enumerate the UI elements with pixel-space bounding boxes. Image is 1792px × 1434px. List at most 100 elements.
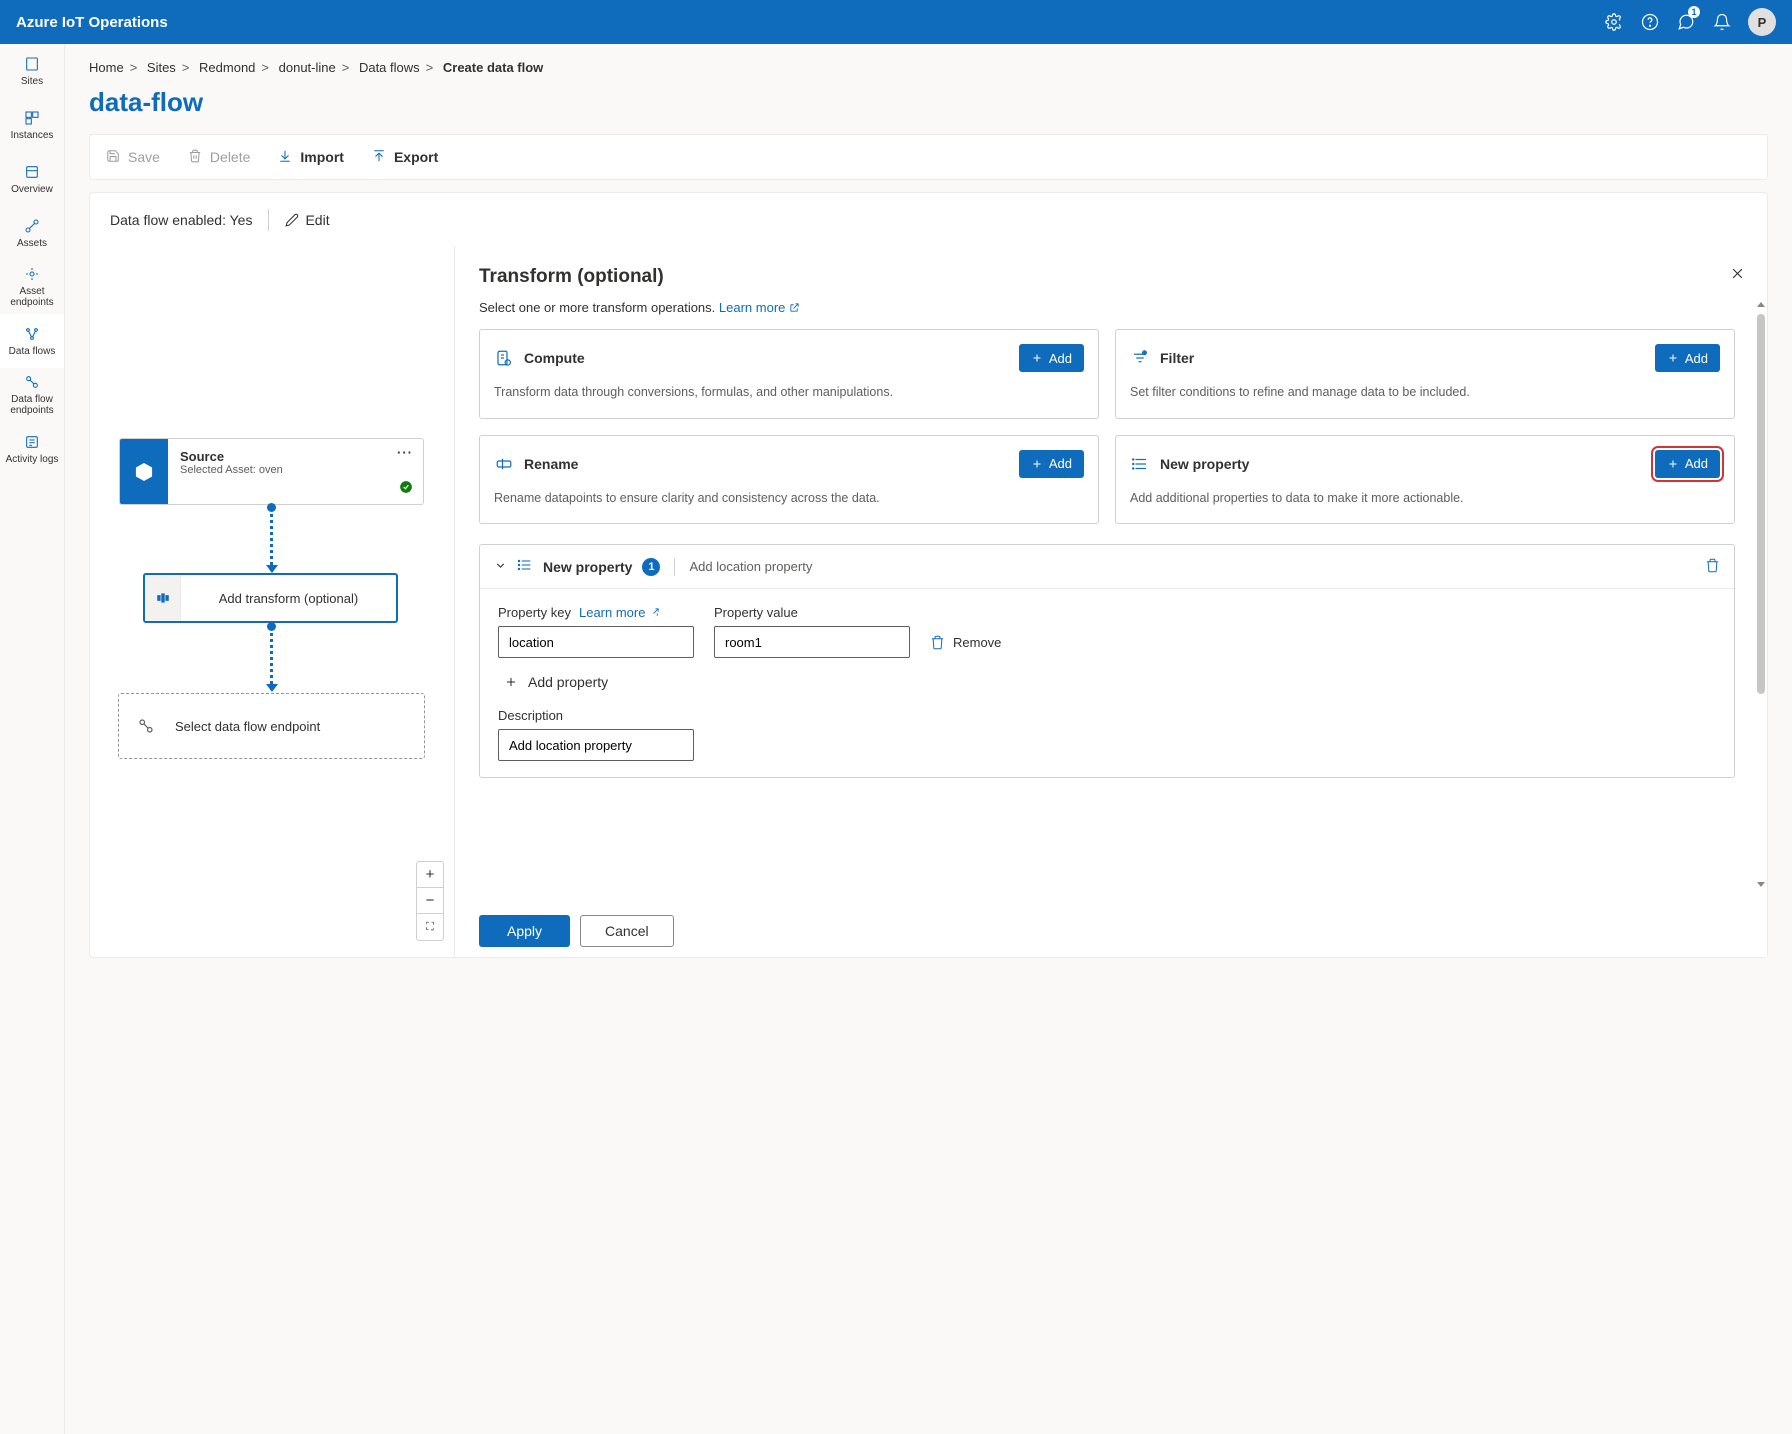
status-bar: Data flow enabled: Yes Edit: [89, 192, 1768, 246]
page-title: data-flow: [89, 87, 1768, 118]
new-property-card: New property Add Add additional properti…: [1115, 435, 1735, 525]
sidebar-item-overview[interactable]: Overview: [0, 152, 64, 206]
compute-card: Compute Add Transform data through conve…: [479, 329, 1099, 419]
cancel-button[interactable]: Cancel: [580, 915, 674, 947]
new-property-section: New property 1 Add location property Pro…: [479, 544, 1735, 778]
cube-icon: [120, 439, 168, 504]
save-button: Save: [106, 149, 160, 166]
filter-card: Filter Add Set filter conditions to refi…: [1115, 329, 1735, 419]
learn-more-link[interactable]: Learn more: [719, 300, 800, 315]
zoom-out-button[interactable]: −: [417, 888, 443, 914]
panel-description: Select one or more transform operations.…: [479, 300, 1735, 315]
source-subtitle: Selected Asset: oven: [180, 464, 411, 476]
breadcrumb-current: Create data flow: [443, 60, 543, 75]
learn-more-link[interactable]: Learn more: [579, 605, 660, 620]
connector: [270, 507, 273, 571]
export-icon: [372, 149, 386, 166]
compute-icon: [494, 348, 514, 368]
connector: [270, 626, 273, 690]
section-header[interactable]: New property 1 Add location property: [480, 545, 1734, 589]
scrollbar-thumb: [1757, 314, 1765, 694]
endpoint-icon: [137, 717, 155, 735]
property-key-input[interactable]: [498, 626, 694, 658]
feedback-icon[interactable]: 1: [1668, 4, 1704, 40]
flow-canvas[interactable]: Source Selected Asset: oven ··· Add tran…: [90, 246, 455, 957]
sidebar-item-activity-logs[interactable]: Activity logs: [0, 422, 64, 476]
endpoint-label: Select data flow endpoint: [175, 719, 320, 734]
data-flow-endpoints-icon: [23, 373, 41, 391]
delete-section-button[interactable]: [1705, 558, 1720, 576]
rename-card: Rename Add Rename datapoints to ensure c…: [479, 435, 1099, 525]
work-area: Source Selected Asset: oven ··· Add tran…: [89, 246, 1768, 958]
sidebar-item-asset-endpoints[interactable]: Asset endpoints: [0, 260, 64, 314]
more-icon[interactable]: ···: [397, 445, 413, 460]
trash-icon: [1705, 558, 1720, 573]
add-new-property-button[interactable]: Add: [1655, 450, 1720, 478]
plus-icon: [504, 675, 518, 689]
list-icon: [517, 557, 533, 576]
zoom-controls: + − ⛶: [416, 861, 444, 941]
breadcrumb-item[interactable]: Redmond: [199, 60, 255, 75]
edit-button[interactable]: Edit: [285, 212, 329, 228]
add-filter-button[interactable]: Add: [1655, 344, 1720, 372]
toolbar: Save Delete Import Export: [89, 134, 1768, 180]
remove-property-button[interactable]: Remove: [930, 626, 1001, 658]
export-button[interactable]: Export: [372, 149, 438, 166]
plus-icon: [1031, 352, 1043, 364]
plus-icon: [1031, 458, 1043, 470]
source-node[interactable]: Source Selected Asset: oven ···: [119, 438, 424, 505]
scrollbar[interactable]: [1757, 302, 1765, 887]
breadcrumb-item[interactable]: Data flows: [359, 60, 420, 75]
add-rename-button[interactable]: Add: [1019, 450, 1084, 478]
sidebar-item-assets[interactable]: Assets: [0, 206, 64, 260]
sidebar-item-data-flows[interactable]: Data flows: [0, 314, 64, 368]
panel-footer: Apply Cancel: [455, 905, 1767, 957]
apply-button[interactable]: Apply: [479, 915, 570, 947]
brand-title: Azure IoT Operations: [16, 14, 168, 31]
source-title: Source: [180, 449, 411, 464]
import-button[interactable]: Import: [278, 149, 344, 166]
breadcrumb-item[interactable]: Sites: [147, 60, 176, 75]
zoom-fit-button[interactable]: ⛶: [417, 914, 443, 940]
notification-badge: 1: [1688, 6, 1700, 18]
add-property-button[interactable]: Add property: [504, 674, 1716, 690]
add-compute-button[interactable]: Add: [1019, 344, 1084, 372]
transform-node[interactable]: Add transform (optional): [143, 573, 398, 623]
external-link-icon: [649, 605, 660, 620]
trash-icon: [930, 635, 945, 650]
count-badge: 1: [642, 558, 660, 576]
sites-icon: [23, 55, 41, 73]
property-value-field: Property value: [714, 605, 910, 658]
transform-cards: Compute Add Transform data through conve…: [479, 329, 1735, 524]
breadcrumb-item[interactable]: donut-line: [279, 60, 336, 75]
filter-icon: [1130, 348, 1150, 368]
global-header: Azure IoT Operations 1 P: [0, 0, 1792, 44]
success-icon: [399, 480, 413, 494]
zoom-in-button[interactable]: +: [417, 862, 443, 888]
breadcrumb-item[interactable]: Home: [89, 60, 124, 75]
plus-icon: [1667, 458, 1679, 470]
plus-icon: [1667, 352, 1679, 364]
status-text: Data flow enabled: Yes: [110, 212, 252, 228]
assets-icon: [23, 217, 41, 235]
delete-icon: [188, 149, 202, 166]
help-icon[interactable]: [1632, 4, 1668, 40]
delete-button: Delete: [188, 149, 250, 166]
sidebar-item-sites[interactable]: Sites: [0, 44, 64, 98]
endpoint-node[interactable]: Select data flow endpoint: [118, 693, 425, 759]
settings-icon[interactable]: [1596, 4, 1632, 40]
chevron-down-icon: [494, 559, 507, 575]
overview-icon: [23, 163, 41, 181]
panel-title: Transform (optional): [479, 266, 1735, 288]
instances-icon: [23, 109, 41, 127]
sidebar-item-instances[interactable]: Instances: [0, 98, 64, 152]
activity-logs-icon: [23, 433, 41, 451]
user-avatar[interactable]: P: [1748, 8, 1776, 36]
property-value-input[interactable]: [714, 626, 910, 658]
notifications-icon[interactable]: [1704, 4, 1740, 40]
sidebar-item-data-flow-endpoints[interactable]: Data flow endpoints: [0, 368, 64, 422]
description-input[interactable]: [498, 729, 694, 761]
sidebar: Sites Instances Overview Assets Asset en…: [0, 44, 65, 1434]
save-icon: [106, 149, 120, 166]
transform-panel: Transform (optional) Select one or more …: [455, 246, 1767, 957]
